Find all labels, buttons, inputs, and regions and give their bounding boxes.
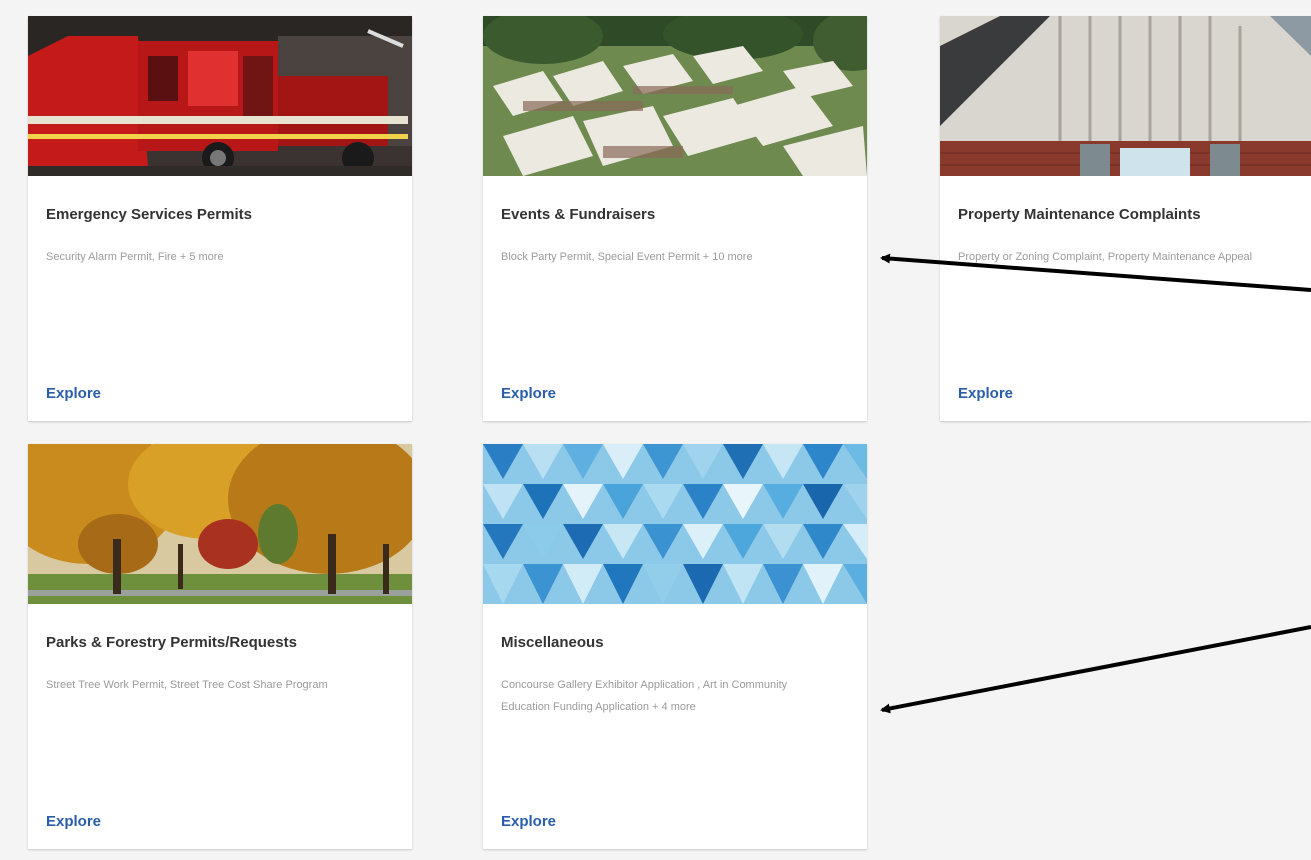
card-title: Emergency Services Permits <box>46 206 252 223</box>
blue-triangles-image <box>483 444 867 604</box>
card-description: Concourse Gallery Exhibitor Application … <box>501 679 788 713</box>
annotation-arrow-misc <box>880 625 1311 714</box>
card-description: Street Tree Work Permit, Street Tree Cos… <box>46 679 328 691</box>
card-description: Security Alarm Permit, Fire + 5 more <box>46 251 224 263</box>
card-title: Parks & Forestry Permits/Requests <box>46 634 297 651</box>
explore-link[interactable]: Explore <box>958 385 1013 402</box>
category-card-parks-forestry[interactable]: Parks & Forestry Permits/Requests Street… <box>28 444 412 849</box>
explore-link[interactable]: Explore <box>501 813 556 830</box>
category-card-miscellaneous[interactable]: Miscellaneous Concourse Gallery Exhibito… <box>483 444 867 849</box>
card-description: Property or Zoning Complaint, Property M… <box>958 251 1253 263</box>
card-title: Miscellaneous <box>501 634 604 651</box>
explore-link[interactable]: Explore <box>46 813 101 830</box>
explore-link[interactable]: Explore <box>46 385 101 402</box>
festival-tents-image <box>483 16 867 176</box>
house-siding-image <box>940 16 1311 176</box>
explore-link[interactable]: Explore <box>501 385 556 402</box>
card-description: Block Party Permit, Special Event Permit… <box>501 251 753 263</box>
category-card-events-fundraisers[interactable]: Events & Fundraisers Block Party Permit,… <box>483 16 867 421</box>
card-title: Events & Fundraisers <box>501 206 656 223</box>
category-card-property-maintenance[interactable]: Property Maintenance Complaints Property… <box>940 16 1311 421</box>
fire-truck-image <box>28 16 412 176</box>
card-title: Property Maintenance Complaints <box>958 206 1201 223</box>
category-card-emergency-services[interactable]: Emergency Services Permits Security Alar… <box>28 16 412 421</box>
autumn-trees-image <box>28 444 412 604</box>
